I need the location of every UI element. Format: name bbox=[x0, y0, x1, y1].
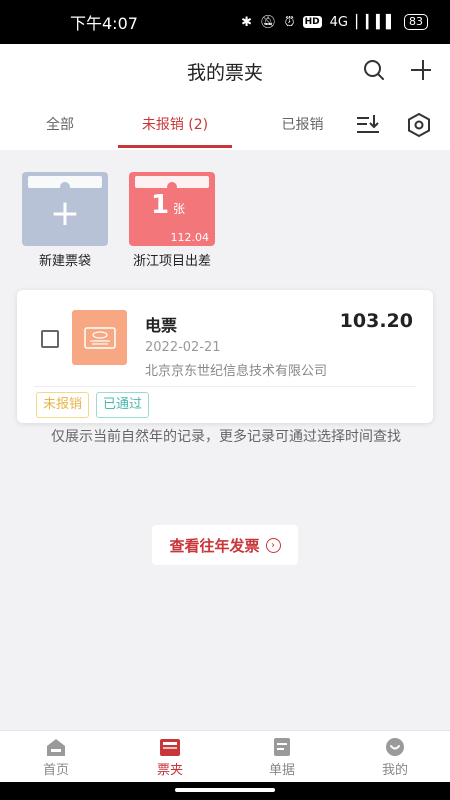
status-icons: ✱ 🔕︎ ⏰︎ HD 4G ▏▎▍▌ 83 bbox=[241, 14, 428, 30]
signal-icon: ▏▎▍▌ bbox=[356, 14, 396, 30]
invoice-card[interactable]: 电票 103.20 2022-02-21 北京京东世纪信息技术有限公司 未报销 … bbox=[17, 290, 433, 423]
filter-settings-button[interactable] bbox=[404, 110, 434, 140]
active-tab-indicator bbox=[118, 145, 232, 148]
folder-zhejiang-trip[interactable]: 1 张 112.04 bbox=[129, 172, 215, 246]
nav-documents[interactable]: 单据 bbox=[252, 737, 312, 778]
sort-button[interactable] bbox=[354, 110, 382, 138]
invoice-type: 电票 bbox=[145, 316, 178, 335]
status-time: 下午4:07 bbox=[70, 14, 138, 33]
nav-home[interactable]: 首页 bbox=[26, 737, 86, 778]
folder-label[interactable]: 浙江项目出差 bbox=[120, 250, 224, 269]
hd-icon: HD bbox=[302, 16, 322, 28]
plus-icon: + bbox=[49, 193, 81, 234]
nav-profile[interactable]: 我的 bbox=[365, 737, 425, 778]
document-icon bbox=[274, 738, 290, 756]
header: 我的票夹 全部 未报销 (2) 已报销 bbox=[0, 44, 450, 150]
system-gesture-bar bbox=[0, 782, 450, 800]
wallet-icon bbox=[160, 739, 180, 756]
add-button[interactable] bbox=[407, 56, 435, 84]
search-button[interactable] bbox=[360, 56, 388, 84]
tab-unreimbursed[interactable]: 未报销 (2) bbox=[118, 114, 232, 134]
nav-wallet[interactable]: 票夹 bbox=[140, 737, 200, 778]
tab-reimbursed[interactable]: 已报销 bbox=[255, 114, 350, 134]
folder-label[interactable]: 新建票袋 bbox=[14, 250, 116, 269]
invoice-amount: 103.20 bbox=[339, 310, 413, 332]
alarm-icon: ⏰︎ bbox=[284, 14, 295, 30]
nav-home-label: 首页 bbox=[42, 763, 69, 778]
tab-bar: 全部 未报销 (2) 已报销 bbox=[0, 104, 450, 150]
search-icon bbox=[364, 60, 384, 80]
plus-icon bbox=[411, 60, 431, 80]
home-indicator[interactable] bbox=[175, 788, 275, 792]
battery-icon: 83 bbox=[404, 14, 428, 30]
nav-wallet-label: 票夹 bbox=[156, 763, 183, 778]
chevron-right-icon: › bbox=[265, 537, 281, 553]
folder-count: 1 bbox=[151, 190, 170, 220]
status-badge-unreimbursed: 未报销 bbox=[36, 392, 90, 418]
status-badge-approved: 已通过 bbox=[96, 392, 150, 418]
invoice-date: 2022-02-21 bbox=[145, 340, 221, 355]
invoice-company: 北京京东世纪信息技术有限公司 bbox=[145, 364, 328, 379]
tab-all[interactable]: 全部 bbox=[30, 114, 90, 134]
mute-icon: 🔕︎ bbox=[259, 14, 277, 30]
profile-icon bbox=[386, 738, 404, 756]
invoice-checkbox[interactable] bbox=[41, 330, 59, 348]
bottom-nav: 首页 票夹 单据 我的 bbox=[0, 730, 450, 782]
divider bbox=[34, 386, 416, 387]
invoice-thumbnail bbox=[72, 310, 127, 365]
network-label: 4G bbox=[329, 14, 348, 30]
ticket-icon bbox=[83, 326, 116, 349]
bluetooth-icon: ✱ bbox=[241, 14, 252, 30]
sort-icon bbox=[357, 115, 379, 133]
folder-lid bbox=[28, 176, 102, 192]
folder-unit: 张 bbox=[173, 202, 186, 216]
folder-lid bbox=[135, 176, 209, 192]
hexagon-settings-icon bbox=[408, 112, 430, 138]
nav-profile-label: 我的 bbox=[381, 763, 408, 778]
new-folder-button[interactable]: + bbox=[22, 172, 108, 246]
history-button-label: 查看往年发票 bbox=[169, 536, 260, 555]
nav-documents-label: 单据 bbox=[268, 763, 295, 778]
folder-amount: 112.04 bbox=[170, 231, 210, 244]
view-past-invoices-button[interactable]: 查看往年发票 › bbox=[152, 525, 298, 565]
home-icon bbox=[47, 739, 65, 756]
status-bar: 下午4:07 ✱ 🔕︎ ⏰︎ HD 4G ▏▎▍▌ 83 bbox=[0, 0, 450, 44]
notice-text: 仅展示当前自然年的记录，更多记录可通过选择时间查找 bbox=[51, 429, 401, 445]
